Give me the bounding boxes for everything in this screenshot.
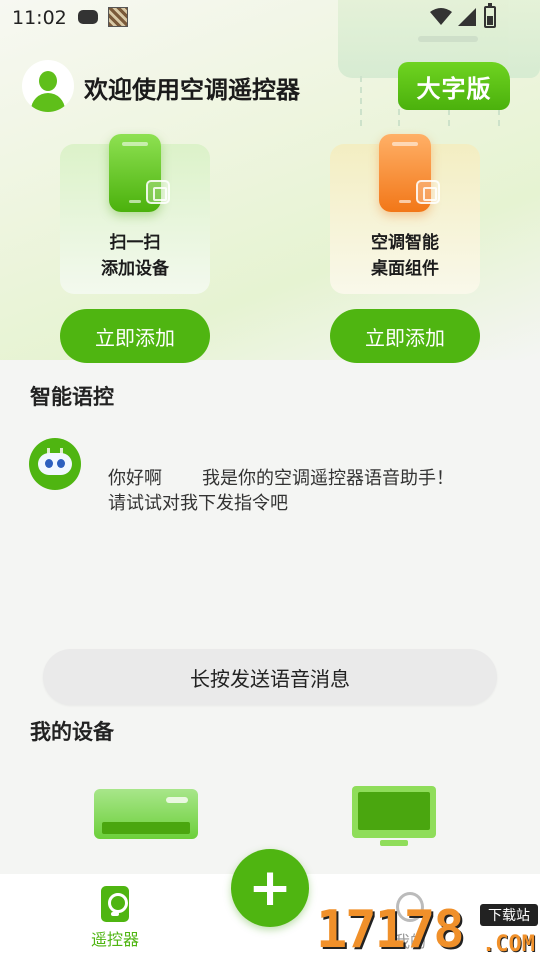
watermark-logo: 17178 下载站 .COM bbox=[316, 900, 540, 960]
status-bar: 11:02 bbox=[0, 0, 540, 36]
add-button[interactable]: + bbox=[231, 849, 309, 927]
assistant-greeting: 你好啊 我是你的空调遥控器语音助手！ 请试试对我下发指令吧 bbox=[108, 468, 455, 514]
card-label-line2: 桌面组件 bbox=[371, 259, 439, 279]
card-label: 扫一扫 添加设备 bbox=[60, 230, 210, 282]
add-widget-button[interactable]: 立即添加 bbox=[330, 309, 480, 363]
cellular-signal-icon bbox=[458, 8, 476, 26]
page-title: 欢迎使用空调遥控器 bbox=[84, 76, 300, 104]
watermark-tag: 下载站 bbox=[480, 904, 538, 926]
avatar[interactable] bbox=[22, 60, 74, 112]
nav-tab-remote-label: 遥控器 bbox=[90, 930, 139, 949]
remote-icon bbox=[101, 886, 129, 922]
large-font-mode-button[interactable]: 大字版 bbox=[398, 62, 510, 110]
card-label-line1: 扫一扫 bbox=[109, 233, 161, 253]
air-conditioner-device-icon[interactable] bbox=[94, 789, 198, 839]
watermark-number: 17178 bbox=[316, 900, 465, 960]
status-time: 11:02 bbox=[12, 7, 67, 29]
battery-icon bbox=[484, 3, 496, 28]
voice-section-title: 智能语控 bbox=[30, 385, 114, 409]
app-notification-icon bbox=[108, 7, 128, 27]
plus-icon: + bbox=[248, 858, 292, 918]
header: 欢迎使用空调遥控器 大字版 bbox=[22, 60, 522, 114]
card-label-line1: 空调智能 bbox=[371, 233, 439, 253]
watermark-suffix: .COM bbox=[482, 932, 535, 957]
hold-to-talk-button[interactable]: 长按发送语音消息 bbox=[43, 649, 497, 705]
wifi-icon bbox=[430, 8, 452, 25]
robot-assistant-icon bbox=[29, 438, 81, 490]
gamepad-icon bbox=[78, 10, 98, 24]
add-device-button[interactable]: 立即添加 bbox=[60, 309, 210, 363]
card-label: 空调智能 桌面组件 bbox=[330, 230, 480, 282]
widget-icon bbox=[416, 180, 440, 204]
tv-device-icon[interactable] bbox=[352, 786, 436, 846]
scan-add-device-card[interactable]: 扫一扫 添加设备 bbox=[60, 134, 210, 294]
scan-icon bbox=[146, 180, 170, 204]
devices-section-title: 我的设备 bbox=[30, 720, 114, 744]
nav-tab-remote[interactable]: 遥控器 bbox=[75, 886, 155, 950]
card-label-line2: 添加设备 bbox=[101, 259, 169, 279]
widget-card[interactable]: 空调智能 桌面组件 bbox=[330, 134, 480, 294]
